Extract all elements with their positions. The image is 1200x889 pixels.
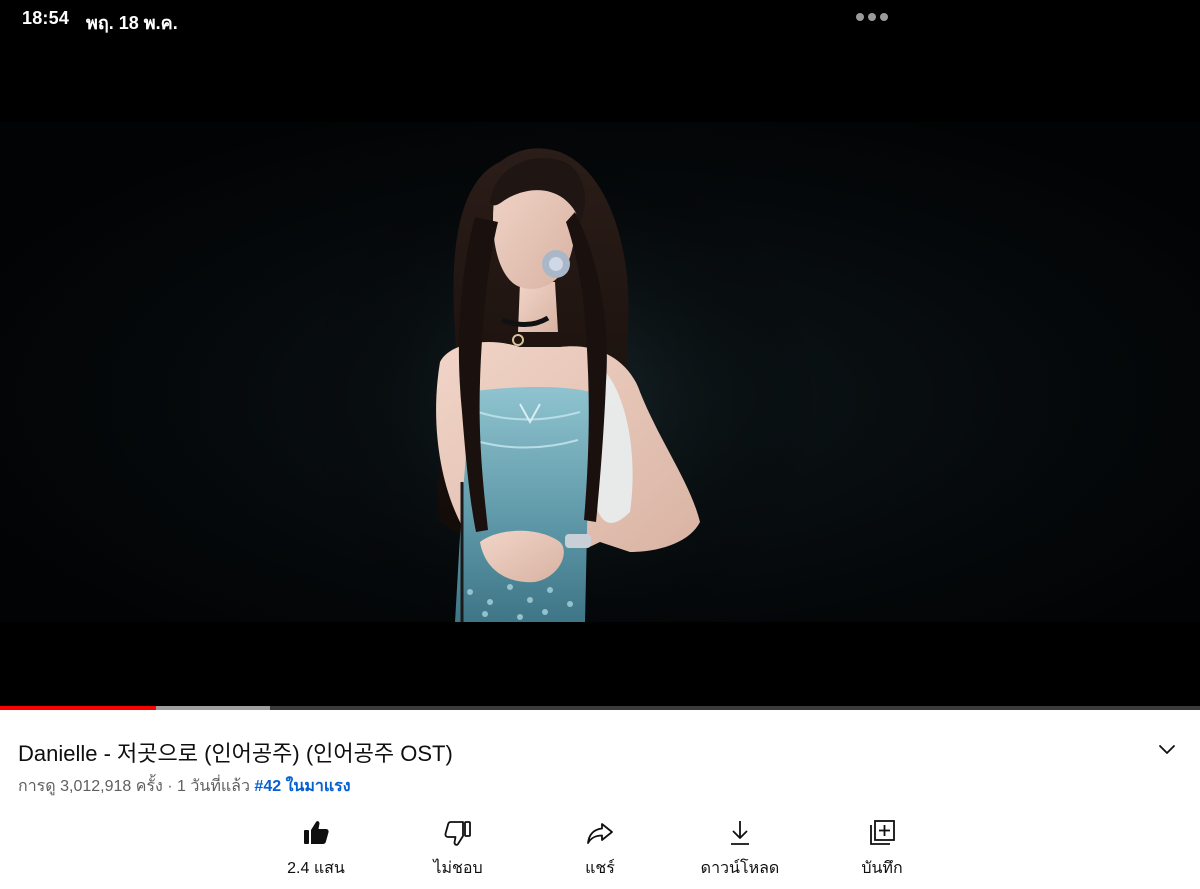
progress-played <box>0 706 156 710</box>
share-button[interactable]: แชร์ <box>530 812 670 889</box>
video-still-singer <box>300 142 820 622</box>
dislike-button[interactable]: ไม่ชอบ <box>388 812 528 889</box>
download-icon <box>731 821 749 845</box>
video-frame[interactable] <box>0 122 1200 622</box>
progress-bar[interactable] <box>0 706 1200 710</box>
like-button[interactable]: 2.4 แสน <box>246 812 386 889</box>
status-date: พฤ. 18 พ.ค. <box>86 13 178 33</box>
like-count: 2.4 แสน <box>287 860 345 877</box>
thumbs-down-icon <box>444 821 471 846</box>
video-title[interactable]: Danielle - 저곳으로 (인어공주) (인어공주 OST) <box>18 736 453 768</box>
share-arrow-icon <box>587 823 613 844</box>
dislike-label: ไม่ชอบ <box>433 860 483 877</box>
add-to-playlist-icon <box>870 820 895 845</box>
more-dots-icon[interactable] <box>856 13 888 21</box>
download-button[interactable]: ดาวน์โหลด <box>670 812 810 889</box>
video-player[interactable]: 18:54 พฤ. 18 พ.ค. <box>0 0 1200 707</box>
download-label: ดาวน์โหลด <box>700 860 780 877</box>
trending-badge[interactable]: #42 ในมาแรง <box>254 778 350 795</box>
share-label: แชร์ <box>585 860 615 877</box>
status-time: 18:54 <box>22 8 70 28</box>
thumbs-up-icon <box>304 821 329 844</box>
status-bar: 18:54 พฤ. 18 พ.ค. <box>0 0 1200 36</box>
video-meta[interactable]: การดู 3,012,918 ครั้ง · 1 วันที่แล้ว #42… <box>18 774 351 799</box>
view-count-and-date: การดู 3,012,918 ครั้ง · 1 วันที่แล้ว <box>18 778 250 795</box>
action-bar: 2.4 แสน ไม่ชอบ แชร์ ดาวน์โหลด บันทึก <box>0 812 1200 889</box>
save-button[interactable]: บันทึก <box>812 812 952 889</box>
save-label: บันทึก <box>861 860 903 877</box>
chevron-down-icon[interactable] <box>1156 738 1178 760</box>
